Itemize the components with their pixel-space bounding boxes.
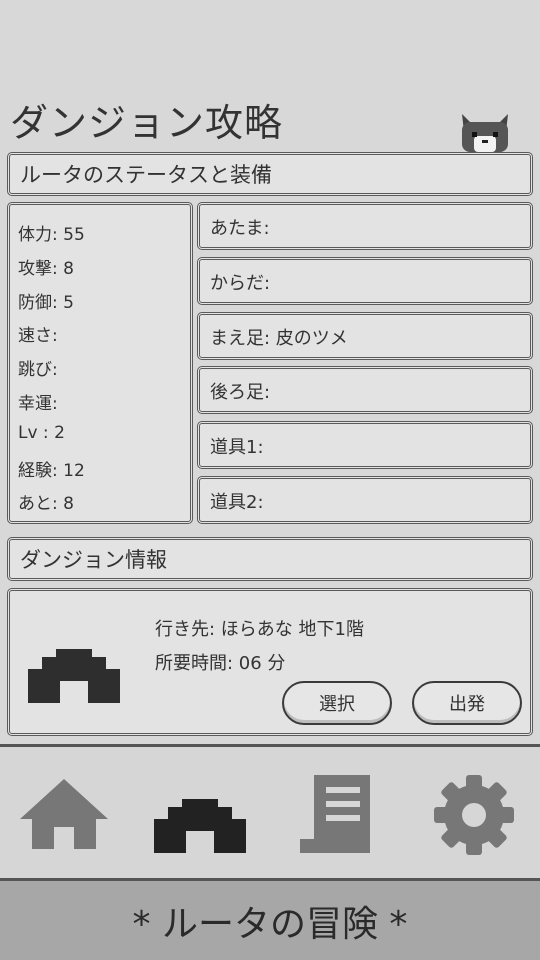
dungeon-header-label: ダンジョン情報	[20, 548, 167, 572]
stat-exp: 経験: 12	[18, 461, 85, 481]
stat-hp: 体力: 55	[18, 225, 85, 245]
footer-title-label: * ルータの冒険 *	[132, 903, 408, 945]
equip-slot-label: からだ:	[210, 273, 271, 294]
equip-slot-label: 道具1:	[210, 437, 264, 458]
equip-slot-tool-1[interactable]: 道具1:	[197, 421, 533, 469]
gear-icon	[434, 775, 514, 855]
select-button[interactable]: 選択	[282, 681, 392, 725]
stat-speed: 速さ:	[18, 326, 58, 346]
stat-luck: 幸運:	[18, 394, 58, 414]
dungeon-header: ダンジョン情報	[7, 537, 533, 581]
dungeon-icon	[154, 799, 246, 853]
stat-next: あと: 8	[18, 494, 74, 514]
dungeon-icon	[28, 649, 120, 705]
bottom-nav	[0, 744, 540, 878]
stat-defense: 防御: 5	[18, 293, 74, 313]
equip-slot-label: 後ろ足:	[210, 382, 271, 403]
select-button-label: 選択	[319, 694, 355, 715]
depart-button-label: 出発	[449, 694, 485, 715]
dungeon-destination: 行き先: ほらあな 地下1階	[155, 619, 364, 640]
nav-dungeon[interactable]	[150, 775, 250, 865]
depart-button[interactable]: 出発	[412, 681, 522, 725]
equip-slot-front-legs[interactable]: まえ足: 皮のツメ	[197, 312, 533, 360]
home-icon	[20, 779, 108, 849]
dungeon-info-panel: 行き先: ほらあな 地下1階 所要時間: 06 分 選択 出発	[7, 588, 533, 736]
scroll-icon	[300, 775, 370, 853]
equip-slot-body[interactable]: からだ:	[197, 257, 533, 305]
nav-log[interactable]	[290, 775, 390, 865]
footer-title: * ルータの冒険 *	[0, 878, 540, 960]
equip-slot-label: まえ足: 皮のツメ	[210, 328, 348, 349]
nav-settings[interactable]	[426, 775, 526, 865]
stat-jump: 跳び:	[18, 360, 58, 380]
equip-slot-tool-2[interactable]: 道具2:	[197, 476, 533, 524]
status-header-label: ルータのステータスと装備	[20, 163, 272, 187]
stats-panel: 体力: 55 攻撃: 8 防御: 5 速さ: 跳び: 幸運: Lv : 2 経験…	[7, 202, 193, 524]
stat-level: Lv : 2	[18, 423, 65, 443]
nav-home[interactable]	[14, 775, 114, 865]
stat-attack: 攻撃: 8	[18, 259, 74, 279]
dungeon-time-required: 所要時間: 06 分	[155, 653, 286, 674]
page-title: ダンジョン攻略	[10, 101, 284, 145]
equip-slot-label: あたま:	[210, 218, 270, 239]
status-header: ルータのステータスと装備	[7, 152, 533, 196]
equip-slot-hind-legs[interactable]: 後ろ足:	[197, 366, 533, 414]
equip-slot-label: 道具2:	[210, 492, 264, 513]
equip-slot-head[interactable]: あたま:	[197, 202, 533, 250]
